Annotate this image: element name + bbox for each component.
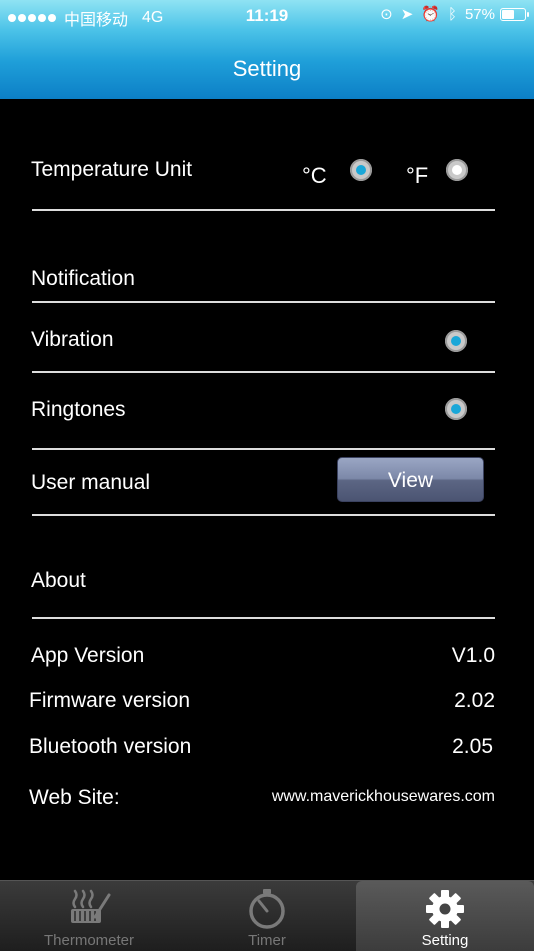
alarm-icon: ⏰ [421, 6, 440, 23]
app-version-label: App Version [31, 644, 145, 667]
vibration-label: Vibration [31, 328, 114, 351]
firmware-version-label: Firmware version [29, 689, 191, 712]
header-bar: 中国移动 4G 11:19 ⊙ ➤ ⏰ ᛒ 57% Setting [0, 0, 534, 99]
divider [32, 301, 495, 303]
celsius-label: °C [302, 163, 327, 188]
ringtones-toggle-dot [451, 404, 461, 414]
celsius-radio[interactable] [350, 159, 372, 181]
user-manual-label: User manual [31, 471, 151, 494]
divider [32, 448, 495, 450]
gear-icon [423, 887, 467, 936]
celsius-radio-dot [356, 165, 366, 175]
ringtones-toggle[interactable] [445, 398, 467, 420]
bluetooth-version-label: Bluetooth version [29, 735, 192, 758]
temperature-unit-label: Temperature Unit [31, 158, 193, 181]
grill-icon [65, 887, 113, 934]
divider [32, 371, 495, 373]
ringtones-label: Ringtones [31, 398, 126, 421]
tab-thermometer[interactable]: Thermometer [0, 881, 178, 951]
tab-timer[interactable]: Timer [178, 881, 356, 951]
location-icon: ➤ [400, 6, 414, 23]
fahrenheit-radio[interactable] [446, 159, 468, 181]
tab-label-timer: Timer [248, 932, 286, 949]
divider [32, 617, 495, 619]
battery-icon [500, 7, 529, 21]
divider [32, 209, 495, 211]
status-right: ⊙ ➤ ⏰ ᛒ 57% [380, 5, 529, 23]
notification-heading: Notification [31, 267, 135, 290]
status-bar: 中国移动 4G 11:19 ⊙ ➤ ⏰ ᛒ 57% [0, 0, 534, 32]
vibration-toggle[interactable] [445, 330, 467, 352]
tab-label-setting: Setting [421, 932, 469, 949]
page-title: Setting [232, 56, 302, 81]
fahrenheit-label: °F [406, 163, 429, 188]
rotation-lock-icon: ⊙ [380, 6, 393, 23]
fahrenheit-radio-dot [452, 165, 462, 175]
bluetooth-version-value: 2.05 [452, 735, 493, 758]
about-heading: About [31, 569, 86, 592]
vibration-toggle-dot [451, 336, 461, 346]
tab-setting[interactable]: Setting [356, 881, 534, 951]
view-manual-button[interactable]: View [337, 457, 484, 502]
firmware-version-value: 2.02 [454, 689, 495, 712]
tab-bar: Thermometer Timer Setting [0, 880, 534, 951]
divider [32, 514, 495, 516]
tab-label-thermometer: Thermometer [43, 932, 135, 949]
battery-percent: 57% [464, 5, 495, 23]
bluetooth-icon: ᛒ [447, 5, 457, 23]
app-version-value: V1.0 [451, 644, 495, 667]
timer-icon [245, 887, 289, 936]
website-link[interactable]: www.maverickhousewares.com [272, 788, 495, 806]
website-label: Web Site: [29, 786, 120, 809]
